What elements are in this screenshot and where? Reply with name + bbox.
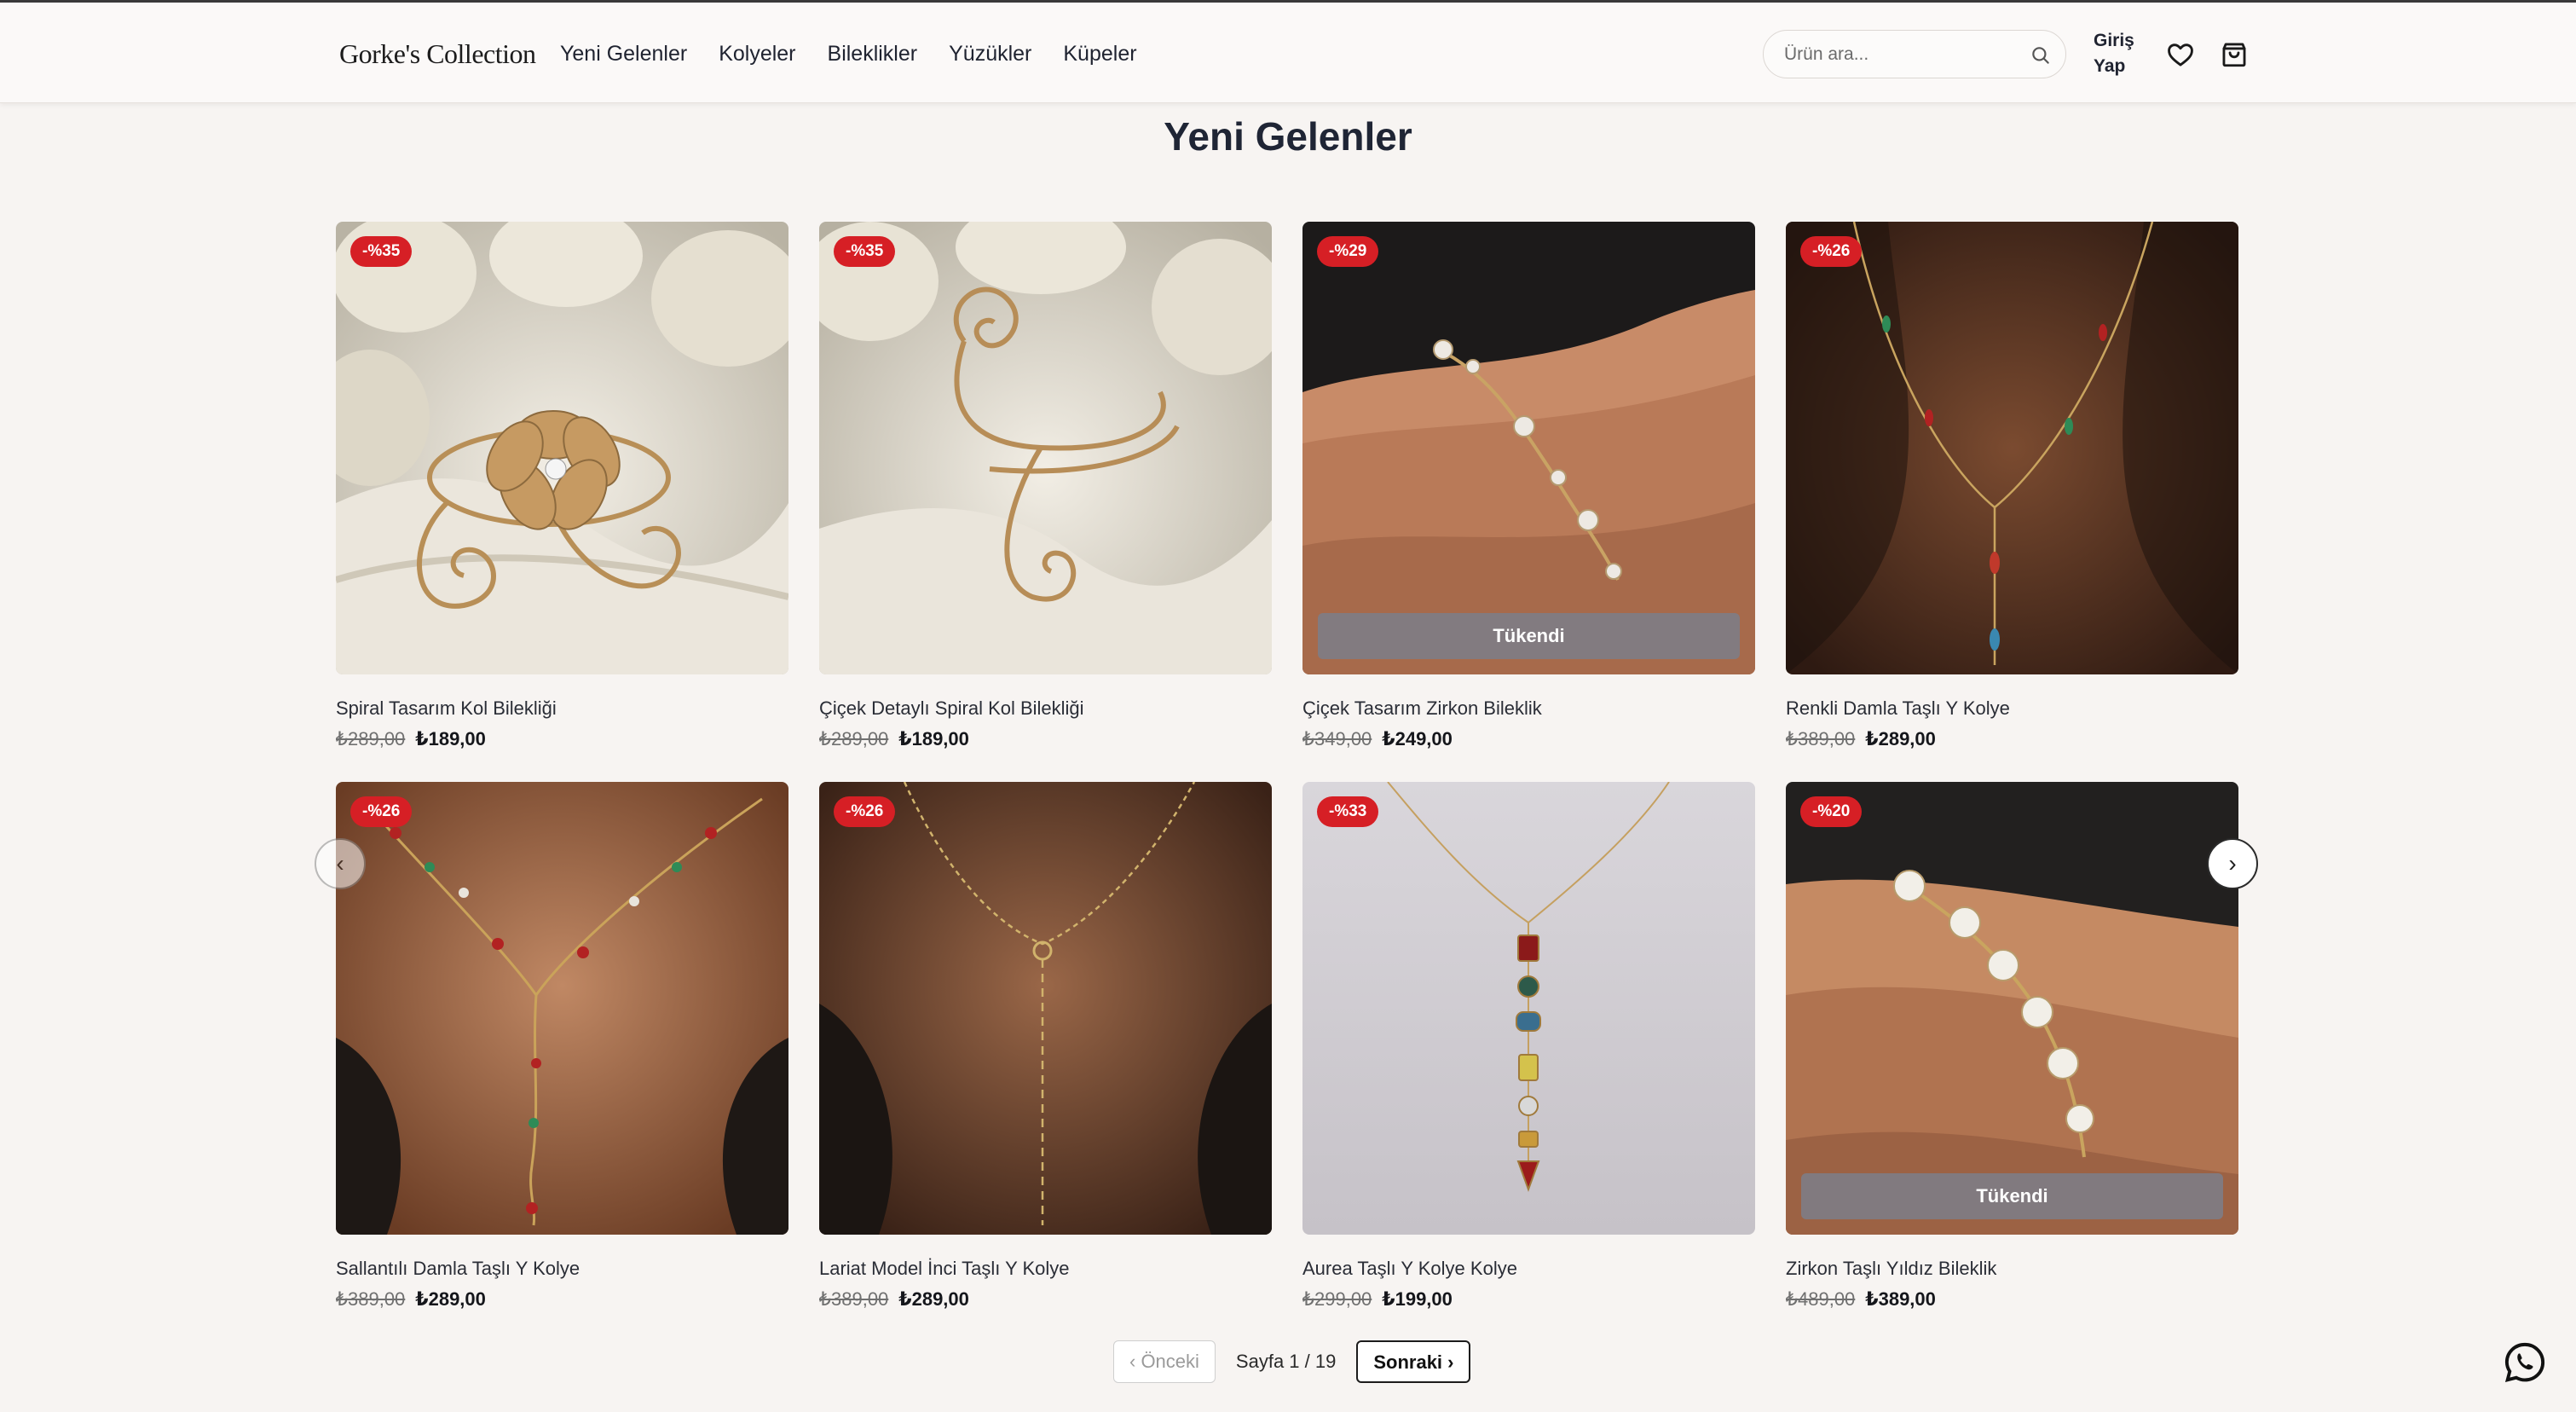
discount-badge: -%33 [1317,796,1379,827]
product-name[interactable]: Zirkon Taşlı Yıldız Bileklik [1786,1256,2238,1282]
site-logo[interactable]: Gorke's Collection [339,33,536,74]
product-image[interactable]: -%26 [819,782,1272,1235]
product-image[interactable]: -%33 [1302,782,1755,1235]
sale-price: ₺289,00 [898,1288,969,1310]
sale-price: ₺189,00 [898,728,969,749]
nav-necklaces[interactable]: Kolyeler [719,33,795,74]
old-price: ₺349,00 [1302,728,1372,749]
page-title: Yeni Gelenler [1164,114,1412,159]
carousel-next-button[interactable]: › [2207,838,2258,889]
nav-earrings[interactable]: Küpeler [1063,33,1136,74]
main-nav: Yeni Gelenler Kolyeler Bileklikler Yüzük… [560,33,1137,74]
product-card[interactable]: -%26 Lariat Model İnci Taşlı Y Kolye ₺38… [819,782,1272,1312]
product-image[interactable]: -%26 [336,782,788,1235]
product-prices: ₺289,00 ₺189,00 [819,726,1272,752]
product-card[interactable]: -%33 Aurea Taşlı Y Kolye Kolye ₺299,00 ₺1… [1302,782,1755,1312]
discount-badge: -%26 [350,796,413,827]
product-card[interactable]: -%20 Tükendi Zirkon Taşlı Yıldız Bilekli… [1786,782,2238,1312]
product-image[interactable]: -%26 [1786,222,2238,674]
sold-out-label: Tükendi [1801,1173,2223,1219]
search-box [1763,30,2066,78]
discount-badge: -%26 [834,796,896,827]
product-photo-aurea-necklace [1302,782,1755,1235]
page-indicator: Sayfa 1 / 19 [1235,1351,1337,1372]
product-prices: ₺389,00 ₺289,00 [1786,726,2238,752]
nav-rings[interactable]: Yüzükler [949,33,1031,74]
product-photo-flower-bracelet [1302,222,1755,674]
discount-badge: -%20 [1800,796,1863,827]
old-price: ₺389,00 [336,1288,406,1310]
old-price: ₺289,00 [819,728,889,749]
product-name[interactable]: Lariat Model İnci Taşlı Y Kolye [819,1256,1272,1282]
sale-price: ₺189,00 [415,728,486,749]
sold-out-label: Tükendi [1318,613,1740,659]
product-image[interactable]: -%35 [336,222,788,674]
search-input[interactable] [1784,31,2014,78]
product-card[interactable]: -%26 Renkli Damla Taşlı Y Kolye ₺389,00 ₺… [1786,222,2238,752]
product-photo-spiral-arm-cuff [819,222,1272,674]
product-photo-spiral-cuff [336,222,788,674]
old-price: ₺289,00 [336,728,406,749]
product-prices: ₺489,00 ₺389,00 [1786,1287,2238,1312]
product-image[interactable]: -%35 [819,222,1272,674]
product-photo-star-bracelet [1786,782,2238,1235]
product-photo-lariat-necklace [819,782,1272,1235]
discount-badge: -%35 [350,236,413,267]
product-prices: ₺299,00 ₺199,00 [1302,1287,1755,1312]
product-card[interactable]: -%26 Sallantılı Damla Taşlı Y Kolye ₺389… [336,782,788,1312]
sale-price: ₺289,00 [415,1288,486,1310]
nav-new-arrivals[interactable]: Yeni Gelenler [560,33,687,74]
product-card[interactable]: -%29 Tükendi Çiçek Tasarım Zirkon Bilekl… [1302,222,1755,752]
product-prices: ₺389,00 ₺289,00 [336,1287,788,1312]
next-page-button[interactable]: Sonraki › [1356,1340,1471,1383]
old-price: ₺489,00 [1786,1288,1856,1310]
nav-bracelets[interactable]: Bileklikler [828,33,918,74]
login-link[interactable]: Giriş Yap [2094,28,2145,79]
login-label-line2: Yap [2094,56,2126,76]
heart-icon[interactable] [2166,40,2195,69]
sale-price: ₺289,00 [1865,728,1936,749]
discount-badge: -%29 [1317,236,1379,267]
product-name[interactable]: Çiçek Tasarım Zirkon Bileklik [1302,696,1755,721]
product-photo-colorful-y-necklace [1786,222,2238,674]
discount-badge: -%35 [834,236,896,267]
product-name[interactable]: Sallantılı Damla Taşlı Y Kolye [336,1256,788,1282]
site-header: Gorke's Collection Yeni Gelenler Kolyele… [0,3,2576,103]
old-price: ₺299,00 [1302,1288,1372,1310]
login-label-line1: Giriş [2094,31,2134,50]
product-prices: ₺349,00 ₺249,00 [1302,726,1755,752]
product-prices: ₺389,00 ₺289,00 [819,1287,1272,1312]
product-card[interactable]: -%35 Çiçek Detaylı Spiral Kol Bilekliği … [819,222,1272,752]
pagination: ‹ Önceki Sayfa 1 / 19 Sonraki › [1113,1340,1471,1383]
carousel-prev-button[interactable]: ‹ [315,838,366,889]
discount-badge: -%26 [1800,236,1863,267]
product-image[interactable]: -%29 Tükendi [1302,222,1755,674]
shopping-bag-icon[interactable] [2220,40,2249,69]
product-photo-dangle-y-necklace [336,782,788,1235]
sale-price: ₺389,00 [1865,1288,1936,1310]
previous-page-button[interactable]: ‹ Önceki [1113,1340,1216,1383]
product-name[interactable]: Çiçek Detaylı Spiral Kol Bilekliği [819,696,1272,721]
sale-price: ₺199,00 [1382,1288,1453,1310]
sale-price: ₺249,00 [1382,728,1453,749]
old-price: ₺389,00 [1786,728,1856,749]
product-name[interactable]: Aurea Taşlı Y Kolye Kolye [1302,1256,1755,1282]
whatsapp-icon[interactable] [2503,1340,2547,1385]
product-card[interactable]: -%35 Spiral Tasarım Kol Bilekliği ₺289,0… [336,222,788,752]
product-image[interactable]: -%20 Tükendi [1786,782,2238,1235]
product-prices: ₺289,00 ₺189,00 [336,726,788,752]
old-price: ₺389,00 [819,1288,889,1310]
product-name[interactable]: Spiral Tasarım Kol Bilekliği [336,696,788,721]
product-name[interactable]: Renkli Damla Taşlı Y Kolye [1786,696,2238,721]
search-icon[interactable] [2030,44,2052,67]
